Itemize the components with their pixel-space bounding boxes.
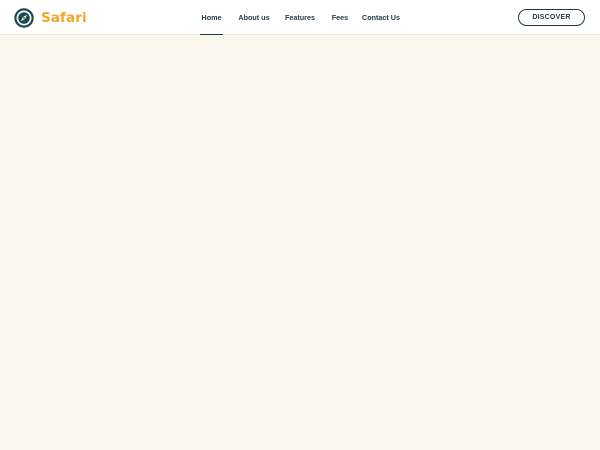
main-nav: Home About us Features Fees Contact Us [0,0,600,35]
nav-features[interactable]: Features [284,0,316,35]
nav-contact-us[interactable]: Contact Us [362,0,400,35]
top-navbar: Safari Home About us Features Fees Conta… [0,0,600,35]
nav-fees[interactable]: Fees [330,0,350,35]
main-content-area [0,35,600,450]
nav-about-us[interactable]: About us [238,0,270,35]
discover-button[interactable]: DISCOVER [518,9,585,26]
nav-home[interactable]: Home [200,0,223,35]
